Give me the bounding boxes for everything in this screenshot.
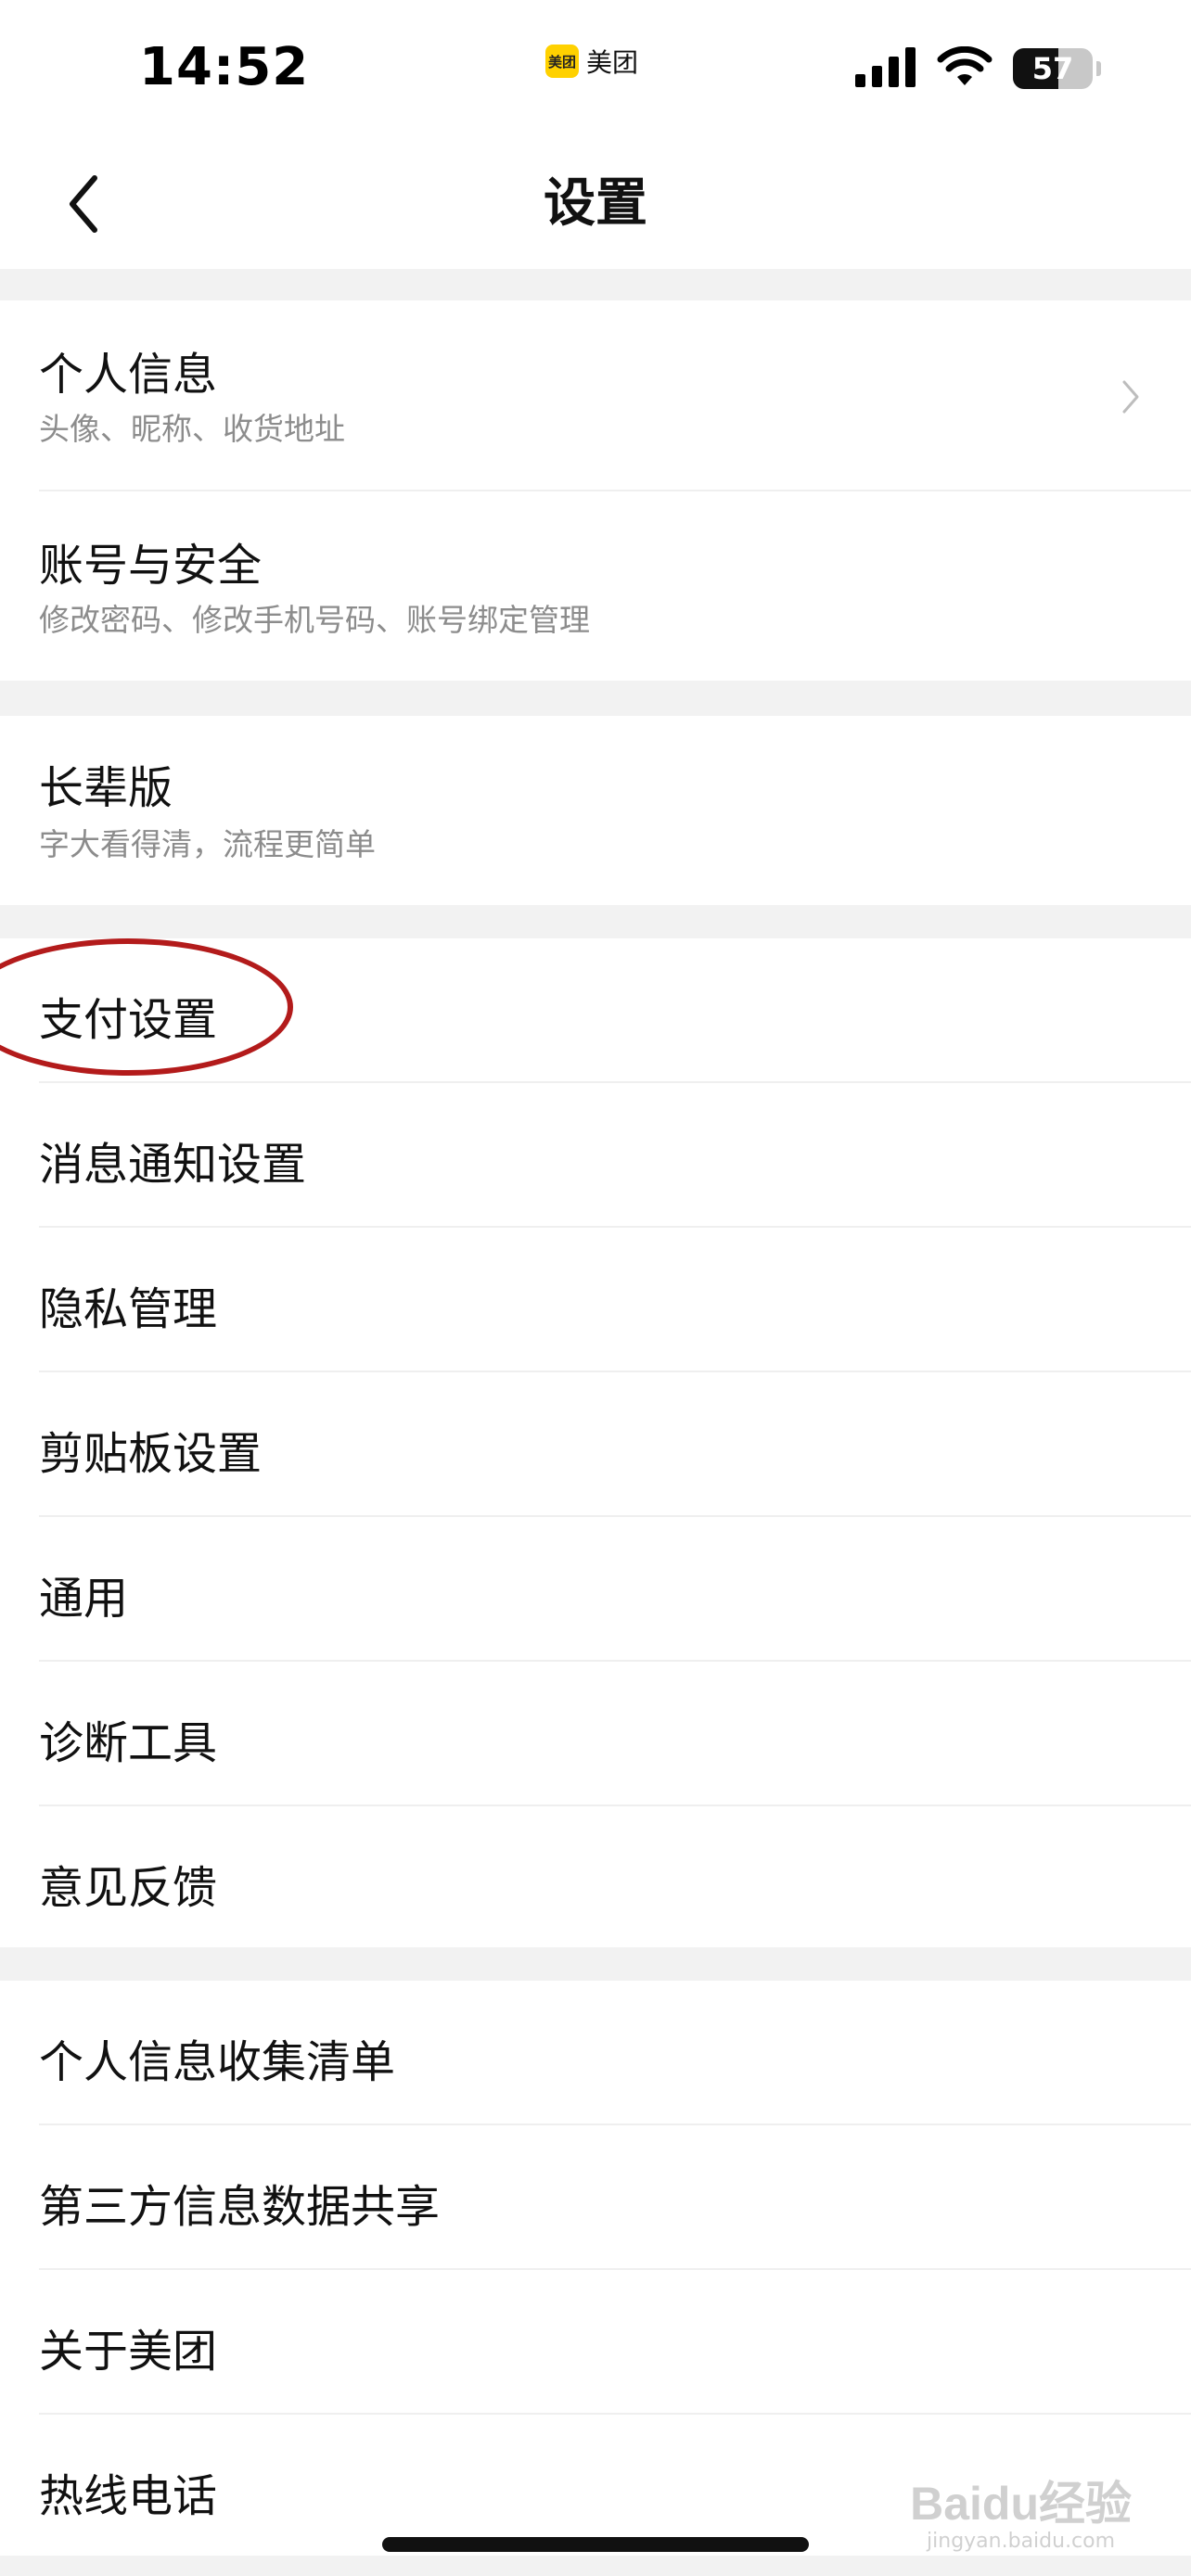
settings-item-diagnostics[interactable]: 诊断工具	[0, 1662, 1191, 1806]
settings-item-title: 账号与安全	[39, 540, 263, 592]
settings-item-notifications[interactable]: 消息通知设置	[0, 1083, 1191, 1228]
battery-icon: 57	[1013, 48, 1093, 89]
nav-bar: 设置	[0, 139, 1191, 269]
settings-group-about: 个人信息收集清单 第三方信息数据共享 关于美团 热线电话	[0, 1981, 1191, 2556]
settings-item-subtitle: 修改密码、修改手机号码、账号绑定管理	[39, 602, 590, 638]
settings-item-title: 剪贴板设置	[39, 1428, 263, 1480]
settings-item-title: 热线电话	[39, 2470, 218, 2522]
app-indicator: 美团 美团	[545, 43, 638, 80]
settings-item-elder-mode[interactable]: 长辈版 字大看得清，流程更简单	[0, 716, 1191, 905]
settings-item-feedback[interactable]: 意见反馈	[0, 1806, 1191, 1947]
settings-item-account-security[interactable]: 账号与安全 修改密码、修改手机号码、账号绑定管理	[0, 491, 1191, 681]
chevron-left-icon	[70, 175, 97, 233]
wifi-icon	[937, 46, 992, 85]
settings-item-subtitle: 字大看得清，流程更简单	[39, 826, 376, 862]
battery-nub	[1096, 61, 1101, 76]
settings-item-payment[interactable]: 支付设置	[0, 938, 1191, 1083]
status-bar: 14:52 美团 美团 57	[0, 0, 1191, 139]
settings-item-title: 消息通知设置	[39, 1139, 307, 1191]
settings-group-general: 支付设置 消息通知设置 隐私管理 剪贴板设置 通用 诊断工具 意见反馈	[0, 938, 1191, 1947]
app-name: 美团	[586, 47, 639, 78]
back-button[interactable]	[46, 167, 121, 241]
settings-item-third-party-sharing[interactable]: 第三方信息数据共享	[0, 2125, 1191, 2270]
settings-item-title: 通用	[39, 1573, 129, 1625]
home-indicator[interactable]	[382, 2537, 809, 2552]
settings-item-title: 长辈版	[39, 762, 173, 814]
settings-item-title: 个人信息	[39, 349, 218, 401]
settings-item-title: 第三方信息数据共享	[39, 2181, 441, 2233]
chevron-right-icon	[1122, 380, 1139, 414]
settings-item-subtitle: 头像、昵称、收货地址	[39, 411, 345, 447]
settings-item-title: 个人信息收集清单	[39, 2036, 396, 2088]
settings-group-account: 个人信息 头像、昵称、收货地址 账号与安全 修改密码、修改手机号码、账号绑定管理	[0, 300, 1191, 681]
settings-item-general[interactable]: 通用	[0, 1517, 1191, 1662]
settings-group-elder-mode: 长辈版 字大看得清，流程更简单	[0, 716, 1191, 905]
battery-percentage: 57	[1031, 51, 1074, 86]
settings-item-hotline[interactable]: 热线电话	[0, 2415, 1191, 2556]
settings-item-privacy[interactable]: 隐私管理	[0, 1228, 1191, 1372]
settings-item-title: 支付设置	[39, 994, 218, 1046]
settings-item-title: 隐私管理	[39, 1283, 218, 1335]
settings-item-clipboard[interactable]: 剪贴板设置	[0, 1372, 1191, 1517]
settings-item-title: 关于美团	[39, 2326, 218, 2378]
signal-icon	[855, 47, 916, 87]
settings-item-about[interactable]: 关于美团	[0, 2270, 1191, 2415]
page-title: 设置	[544, 173, 647, 234]
settings-item-data-collection-list[interactable]: 个人信息收集清单	[0, 1981, 1191, 2125]
status-time: 14:52	[139, 37, 310, 97]
settings-item-title: 诊断工具	[39, 1717, 218, 1769]
meituan-logo-icon: 美团	[545, 45, 579, 78]
settings-item-personal-info[interactable]: 个人信息 头像、昵称、收货地址	[0, 300, 1191, 491]
settings-item-title: 意见反馈	[39, 1862, 218, 1914]
